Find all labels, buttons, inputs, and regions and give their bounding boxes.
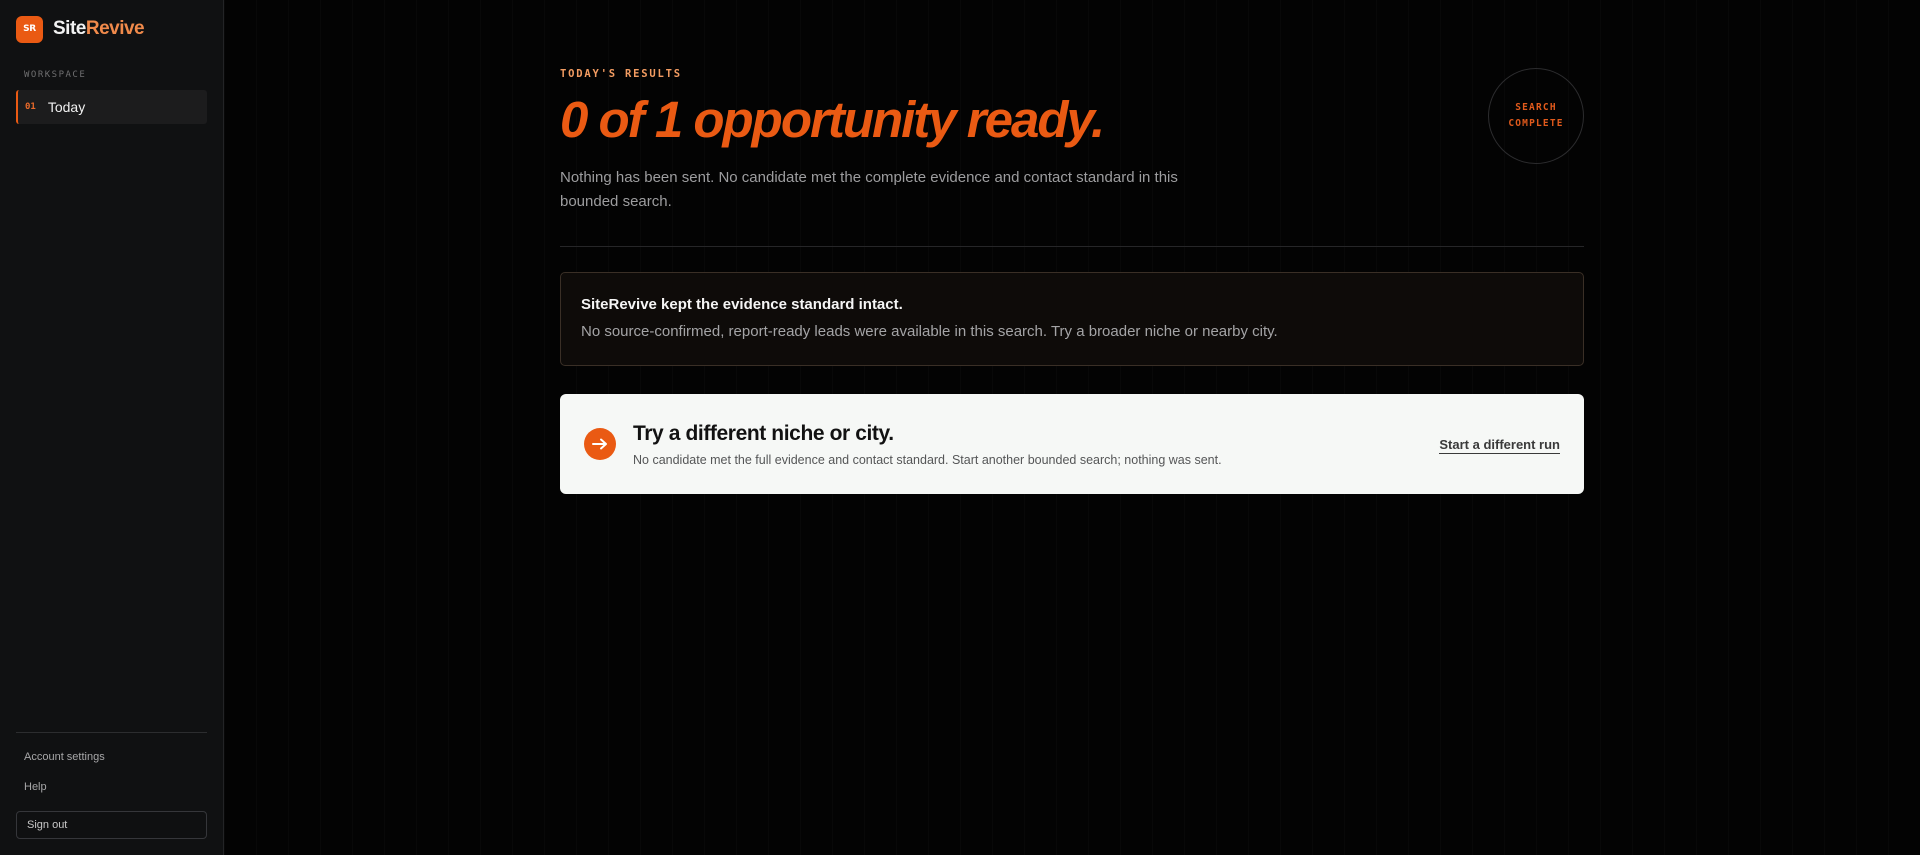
start-different-run-link[interactable]: Start a different run bbox=[1439, 437, 1560, 454]
results-panel: TODAY'S RESULTS 0 of 1 opportunity ready… bbox=[560, 68, 1584, 495]
sidebar-item-number: 01 bbox=[25, 102, 36, 112]
sidebar-item-today[interactable]: 01 Today bbox=[16, 90, 207, 124]
sidebar: SR SiteRevive WORKSPACE 01 Today Account… bbox=[0, 0, 224, 855]
app-root: SR SiteRevive WORKSPACE 01 Today Account… bbox=[0, 0, 1920, 855]
brand-name: SiteRevive bbox=[53, 18, 145, 40]
arrow-right-icon bbox=[584, 428, 616, 461]
brand-name-part1: Site bbox=[53, 18, 86, 39]
content-divider bbox=[560, 246, 1584, 248]
sidebar-divider bbox=[16, 732, 207, 733]
status-badge-line2: COMPLETE bbox=[1508, 118, 1564, 129]
status-badge: SEARCH COMPLETE bbox=[1488, 68, 1584, 164]
nav-section-label: WORKSPACE bbox=[24, 70, 87, 80]
brand-logo: SR bbox=[16, 15, 43, 43]
brand-name-part2: Revive bbox=[85, 18, 145, 39]
new-run-card[interactable]: Try a different niche or city. No candid… bbox=[560, 394, 1584, 495]
page-title: 0 of 1 opportunity ready. bbox=[560, 91, 1105, 148]
sidebar-item-label: Today bbox=[47, 99, 86, 115]
brand[interactable]: SR SiteRevive bbox=[16, 15, 207, 43]
results-summary: Nothing has been sent. No candidate met … bbox=[560, 169, 1178, 211]
cta-title: Try a different niche or city. bbox=[633, 421, 894, 445]
status-badge-line1: SEARCH bbox=[1515, 102, 1557, 113]
sign-out-button[interactable]: Sign out bbox=[16, 811, 207, 839]
help-link[interactable]: Help bbox=[24, 781, 207, 793]
cta-body: No candidate met the full evidence and c… bbox=[633, 452, 1222, 467]
notice-body: No source-confirmed, report-ready leads … bbox=[581, 323, 1278, 341]
main-content: TODAY'S RESULTS 0 of 1 opportunity ready… bbox=[224, 0, 1920, 855]
results-eyebrow: TODAY'S RESULTS bbox=[560, 68, 682, 80]
account-settings-link[interactable]: Account settings bbox=[24, 751, 207, 763]
cta-text: Try a different niche or city. No candid… bbox=[633, 422, 1439, 467]
evidence-notice: SiteRevive kept the evidence standard in… bbox=[560, 272, 1584, 367]
notice-title: SiteRevive kept the evidence standard in… bbox=[581, 296, 903, 314]
